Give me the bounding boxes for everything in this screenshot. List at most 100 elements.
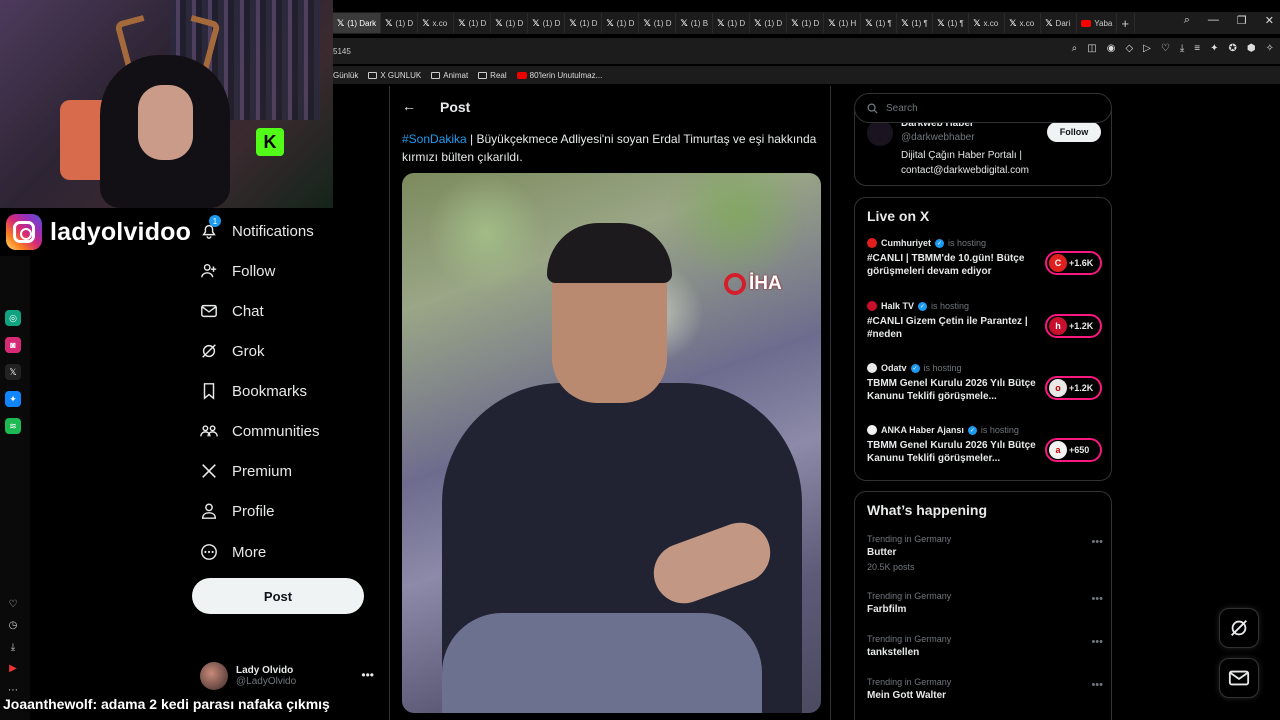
live-title[interactable]: TBMM Genel Kurulu 2026 Yılı Bütçe Kanunu… [867, 439, 1041, 465]
live-title[interactable]: #CANLI | TBMM'de 10.gün! Bütçe görüşmele… [867, 252, 1041, 278]
more-icon[interactable]: ••• [1091, 636, 1103, 648]
url-text[interactable]: 5145 [333, 47, 351, 56]
browser-tab[interactable]: 𝕏x.co [1005, 13, 1042, 33]
more-icon[interactable]: ••• [1091, 536, 1103, 548]
browser-tab[interactable]: 𝕏 (1) D [381, 13, 419, 33]
post-button[interactable]: Post [192, 578, 364, 614]
search-input[interactable]: Search [886, 103, 918, 114]
download-icon[interactable]: ⤓ [7, 641, 19, 653]
bluesky-icon[interactable]: ✦ [5, 391, 21, 407]
nav-item-communities[interactable]: Communities [200, 416, 320, 446]
account-switcher[interactable]: Lady Olvido @LadyOlvido ••• [200, 660, 380, 692]
youtube-icon[interactable]: ▶ [7, 662, 19, 674]
browser-tab[interactable]: 𝕏 (1) D [787, 13, 825, 33]
back-arrow-icon[interactable]: ← [402, 98, 416, 114]
play-icon[interactable]: ▷ [1143, 43, 1151, 54]
trend-name[interactable]: tankstellen [867, 647, 1103, 658]
download-icon[interactable]: ⤓ [1180, 43, 1184, 54]
trend-item[interactable]: Trending in Germany Mein Gott Walter ••• [867, 677, 1103, 717]
browser-tab[interactable]: 𝕏 (1) D [750, 13, 788, 33]
live-item[interactable]: Halk TV ✓ is hosting #CANLI Gizem Çetin ile… [867, 301, 1103, 355]
listener-pill[interactable]: a +650 [1045, 438, 1102, 462]
bookmark-item[interactable]: 80'lerin Unutulmaz... [516, 71, 602, 80]
bookmark-item[interactable]: Real [478, 71, 507, 80]
zoom-icon[interactable]: ⌕ [1072, 43, 1078, 54]
hashtag-link[interactable]: #SonDakika [402, 132, 467, 146]
browser-tab[interactable]: 𝕏 (1) ¶ [897, 13, 934, 33]
bookmark-item[interactable]: Animat [431, 71, 468, 80]
browser-tab[interactable]: 𝕏 Dari [1041, 13, 1078, 33]
close-window-icon[interactable]: ✕ [1265, 14, 1274, 27]
trend-item[interactable]: Trending in Germany Butter 20.5K posts ••• [867, 534, 1103, 574]
browser-tab[interactable]: 𝕏 (1) ¶ [933, 13, 970, 33]
bookmark-item[interactable]: X GUNLUK [368, 71, 421, 80]
host-name[interactable]: Halk TV [881, 301, 914, 311]
bookmark-item[interactable]: Günlük [333, 71, 358, 80]
listener-pill[interactable]: h +1.2K [1045, 314, 1102, 338]
messages-button[interactable] [1219, 658, 1259, 698]
nav-item-notifications[interactable]: 1 Notifications [200, 215, 314, 246]
nav-item-premium[interactable]: Premium [200, 456, 292, 486]
trend-item[interactable]: Trending in Germany Farbfilm ••• [867, 591, 1103, 631]
trend-name[interactable]: Farbfilm [867, 604, 1103, 615]
nav-item-grok[interactable]: Grok [200, 336, 265, 366]
live-item[interactable]: ANKA Haber Ajansı ✓ is hosting TBMM Genel K… [867, 425, 1103, 479]
browser-tab[interactable]: 𝕏x.co [969, 13, 1006, 33]
browser-tab[interactable]: 𝕏 (1) H [824, 13, 862, 33]
follow-button[interactable]: Follow [1047, 122, 1101, 142]
search-box[interactable]: Search [854, 93, 1112, 123]
more-icon[interactable]: ••• [1091, 593, 1103, 605]
instagram-icon[interactable]: ◙ [5, 337, 21, 353]
nav-item-more[interactable]: More [200, 537, 266, 567]
extension-icon-3[interactable]: ⬢ [1247, 43, 1256, 54]
live-title[interactable]: TBMM Genel Kurulu 2026 Yılı Bütçe Kanunu… [867, 377, 1041, 403]
spotify-icon[interactable]: ≋ [5, 418, 21, 434]
browser-tab[interactable]: 𝕏 (1) B [676, 13, 714, 33]
browser-tab[interactable]: 𝕏 (1) D [454, 13, 492, 33]
more-icon[interactable]: ••• [361, 668, 374, 682]
more-icon[interactable]: ••• [1091, 679, 1103, 691]
avatar[interactable] [867, 120, 893, 146]
host-name[interactable]: Cumhuriyet [881, 238, 931, 248]
minimize-icon[interactable]: — [1208, 14, 1219, 27]
nav-item-chat[interactable]: Chat [200, 296, 264, 326]
extension-icon[interactable]: ✦ [1210, 43, 1218, 54]
browser-tab[interactable]: 𝕏 (1) D [639, 13, 677, 33]
nav-item-profile[interactable]: Profile [200, 496, 275, 526]
grok-button[interactable] [1219, 608, 1259, 648]
restore-icon[interactable]: ❐ [1237, 14, 1247, 27]
menu-icon[interactable]: ≡ [1194, 43, 1200, 54]
camera-icon[interactable]: ◉ [1107, 43, 1116, 54]
browser-tab[interactable]: 𝕏 (1) D [565, 13, 603, 33]
browser-tab[interactable]: 𝕏x.co [418, 13, 455, 33]
screenshot-icon[interactable]: ◫ [1087, 43, 1096, 54]
extension-icon-2[interactable]: ✪ [1228, 43, 1236, 54]
search-tabs-icon[interactable]: ⌕ [1184, 14, 1190, 27]
shield-icon[interactable]: ◇ [1125, 43, 1133, 54]
browser-tab[interactable]: 𝕏 (1) D [491, 13, 529, 33]
trend-name[interactable]: Mein Gott Walter [867, 690, 1103, 701]
nav-item-follow[interactable]: Follow [200, 256, 275, 286]
listener-pill[interactable]: o +1.2K [1045, 376, 1102, 400]
history-icon[interactable]: ◷ [7, 619, 19, 631]
browser-tab[interactable]: Yaba [1077, 13, 1118, 33]
ai-icon[interactable]: ✧ [1266, 43, 1274, 54]
live-item[interactable]: Cumhuriyet ✓ is hosting #CANLI | TBMM'de 10… [867, 238, 1103, 292]
browser-tab[interactable]: 𝕏 (1) D [528, 13, 566, 33]
nav-item-bookmarks[interactable]: Bookmarks [200, 376, 307, 406]
trend-item[interactable]: Trending in Germany tankstellen ••• [867, 634, 1103, 674]
tweet-photo[interactable]: İHA [402, 173, 821, 713]
favorite-icon[interactable]: ♡ [1161, 43, 1170, 54]
browser-tab[interactable]: 𝕏 (1) Dark [333, 13, 382, 33]
browser-tab[interactable]: 𝕏 (1) D [602, 13, 640, 33]
browser-tab[interactable]: 𝕏 (1) ¶ [861, 13, 898, 33]
live-title[interactable]: #CANLI Gizem Çetin ile Parantez | #neden [867, 315, 1041, 341]
trend-name[interactable]: Butter [867, 547, 1103, 558]
x-icon[interactable]: 𝕏 [5, 364, 21, 380]
host-name[interactable]: Odatv [881, 363, 907, 373]
chatgpt-icon[interactable]: ◎ [5, 310, 21, 326]
listener-pill[interactable]: C +1.6K [1045, 251, 1102, 275]
heart-icon[interactable]: ♡ [7, 598, 19, 610]
more-icon[interactable]: ⋯ [7, 684, 19, 696]
new-tab-button[interactable]: + [1117, 13, 1136, 33]
